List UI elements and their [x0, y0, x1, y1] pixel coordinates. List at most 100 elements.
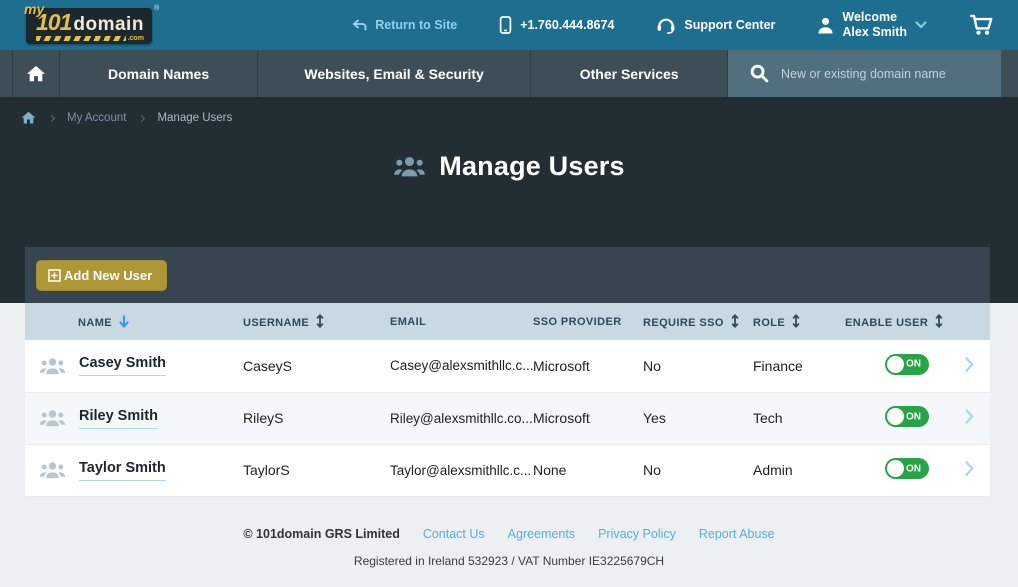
- logo-box: 101 domain .com: [26, 8, 152, 44]
- sort-updown-icon: [316, 314, 324, 328]
- phone-link[interactable]: +1.760.444.8674: [499, 16, 614, 34]
- logo-registered-mark: ®: [154, 5, 159, 12]
- breadcrumb-my-account[interactable]: My Account: [67, 112, 126, 124]
- column-header-actions: [965, 303, 990, 340]
- toggle-state-label: ON: [906, 463, 921, 474]
- phone-number: +1.760.444.8674: [520, 18, 614, 32]
- chevron-right-icon[interactable]: [965, 357, 974, 372]
- logo-my-text: my: [24, 1, 44, 17]
- sort-updown-icon: [792, 314, 800, 328]
- page-title-text: Manage Users: [439, 151, 624, 182]
- headset-icon: [656, 17, 676, 34]
- table-row[interactable]: Riley Smith RileyS Riley@alexsmithllc.co…: [25, 392, 990, 444]
- table-row[interactable]: Casey Smith CaseyS Casey@alexsmithllc.c.…: [25, 340, 990, 392]
- toggle-knob: [887, 460, 904, 477]
- top-bar: my 101 domain .com ® Return to Site +1.7…: [0, 0, 1018, 50]
- role-cell: Admin: [728, 444, 820, 496]
- column-header-require-sso[interactable]: REQUIRE SSO: [618, 303, 728, 340]
- breadcrumb-separator: [138, 114, 145, 121]
- require-sso-cell: No: [618, 444, 728, 496]
- hero-section: My Account Manage Users Manage Users Add…: [0, 97, 1018, 303]
- users-group-icon: [39, 357, 66, 375]
- sort-updown-icon: [731, 314, 739, 328]
- 101domain-logo[interactable]: my 101 domain .com ®: [26, 8, 159, 44]
- username-cell: RileyS: [218, 392, 365, 444]
- footer-link-privacy-policy[interactable]: Privacy Policy: [598, 527, 676, 541]
- sort-updown-icon: [935, 314, 943, 328]
- user-name-link[interactable]: Riley Smith: [79, 408, 158, 429]
- return-to-site-link[interactable]: Return to Site: [352, 18, 457, 32]
- column-header-username[interactable]: USERNAME: [218, 303, 365, 340]
- domain-search-box: [728, 50, 1001, 97]
- add-new-user-label: Add New User: [64, 268, 152, 283]
- sort-down-icon: [119, 315, 129, 328]
- nav-item-other-services[interactable]: Other Services: [531, 50, 728, 97]
- nav-home-button[interactable]: [12, 50, 60, 97]
- footer-link-agreements[interactable]: Agreements: [508, 527, 575, 541]
- search-icon: [750, 64, 769, 83]
- logo-stripes: [36, 36, 136, 41]
- users-group-icon: [39, 409, 66, 427]
- home-icon: [26, 65, 46, 82]
- toggle-state-label: ON: [906, 411, 921, 422]
- users-group-icon: [39, 461, 66, 479]
- page-title: Manage Users: [0, 151, 1018, 182]
- logo-domain-text: domain: [73, 15, 144, 34]
- main-nav: Domain Names Websites, Email & Security …: [0, 50, 1018, 97]
- table-header-row: NAME USERNAME EMAIL SSO PROVIDER REQUIRE…: [25, 303, 990, 340]
- plus-square-icon: [48, 269, 61, 282]
- toggle-knob: [887, 408, 904, 425]
- username-cell: CaseyS: [218, 340, 365, 392]
- cart-icon[interactable]: [969, 14, 994, 36]
- role-cell: Tech: [728, 392, 820, 444]
- breadcrumb-separator: [48, 114, 55, 121]
- users-table: NAME USERNAME EMAIL SSO PROVIDER REQUIRE…: [25, 303, 990, 497]
- table-row[interactable]: Taylor Smith TaylorS Taylor@alexsmithllc…: [25, 444, 990, 496]
- user-name-link[interactable]: Taylor Smith: [79, 460, 166, 481]
- user-icon: [817, 17, 834, 34]
- enable-user-toggle[interactable]: ON: [885, 458, 929, 479]
- username-cell: TaylorS: [218, 444, 365, 496]
- chevron-right-icon[interactable]: [965, 461, 974, 476]
- phone-icon: [499, 16, 512, 34]
- column-header-sso-provider: SSO PROVIDER: [508, 303, 618, 340]
- email-cell: Taylor@alexsmithllc.c...: [365, 444, 508, 496]
- registration-text: Registered in Ireland 532923 / VAT Numbe…: [354, 554, 664, 568]
- return-to-site-label: Return to Site: [375, 18, 457, 32]
- user-name-link[interactable]: Casey Smith: [79, 355, 166, 376]
- enable-user-toggle[interactable]: ON: [885, 406, 929, 427]
- column-header-name[interactable]: NAME: [25, 303, 218, 340]
- table-toolbar: Add New User: [25, 247, 990, 303]
- breadcrumb-manage-users: Manage Users: [157, 112, 232, 124]
- enable-user-toggle[interactable]: ON: [885, 354, 929, 375]
- email-cell: Riley@alexsmithllc.co...: [365, 392, 508, 444]
- chevron-right-icon[interactable]: [965, 409, 974, 424]
- require-sso-cell: Yes: [618, 392, 728, 444]
- return-arrow-icon: [352, 19, 367, 31]
- support-center-link[interactable]: Support Center: [656, 17, 775, 34]
- domain-search-input[interactable]: [781, 67, 1001, 81]
- role-cell: Finance: [728, 340, 820, 392]
- copyright-text: © 101domain GRS Limited: [243, 527, 399, 541]
- nav-item-domain-names[interactable]: Domain Names: [60, 50, 258, 97]
- users-group-icon: [393, 155, 426, 178]
- breadcrumb: My Account Manage Users: [0, 97, 1018, 124]
- footer-link-report-abuse[interactable]: Report Abuse: [699, 527, 775, 541]
- require-sso-cell: No: [618, 340, 728, 392]
- nav-item-websites-email-security[interactable]: Websites, Email & Security: [258, 50, 531, 97]
- column-header-email: EMAIL: [365, 303, 508, 340]
- email-cell: Casey@alexsmithllc.c...: [365, 340, 508, 392]
- footer-link-contact-us[interactable]: Contact Us: [423, 527, 485, 541]
- toggle-knob: [887, 356, 904, 373]
- support-center-label: Support Center: [684, 18, 775, 32]
- breadcrumb-home-icon[interactable]: [21, 111, 36, 124]
- account-menu[interactable]: Welcome Alex Smith: [817, 10, 927, 40]
- column-header-enable-user[interactable]: ENABLE USER: [820, 303, 965, 340]
- add-new-user-button[interactable]: Add New User: [36, 260, 167, 291]
- column-header-role[interactable]: ROLE: [728, 303, 820, 340]
- toggle-state-label: ON: [906, 359, 921, 370]
- footer: © 101domain GRS Limited Contact Us Agree…: [0, 527, 1018, 568]
- welcome-label: Welcome: [842, 10, 907, 25]
- welcome-username: Alex Smith: [842, 25, 907, 40]
- logo-com-text: .com: [126, 35, 144, 42]
